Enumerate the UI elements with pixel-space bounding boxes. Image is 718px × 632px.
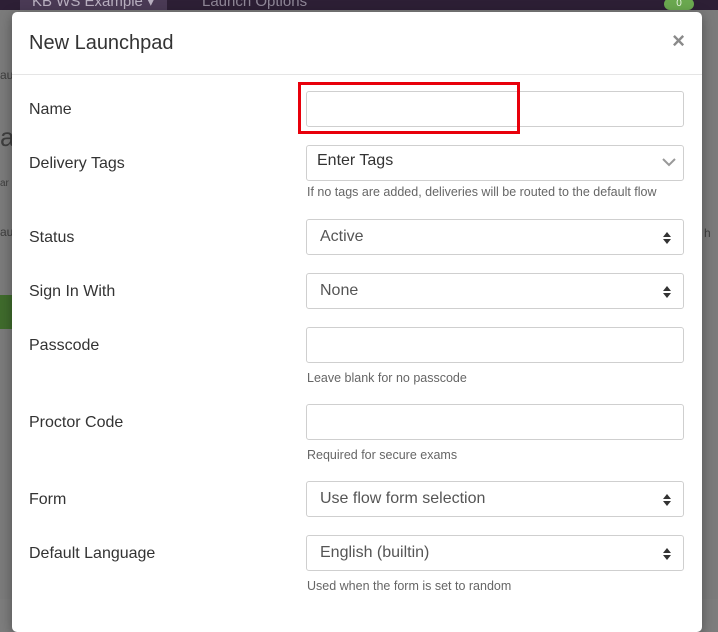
sign-in-with-value: None bbox=[320, 282, 359, 299]
modal-header: New Launchpad × bbox=[12, 12, 702, 75]
highlight-annotation bbox=[298, 82, 520, 134]
modal-title: New Launchpad bbox=[29, 32, 174, 54]
status-label: Status bbox=[29, 229, 75, 246]
sign-in-with-select[interactable]: None bbox=[306, 273, 684, 309]
form-label: Form bbox=[29, 491, 67, 508]
sign-in-with-label: Sign In With bbox=[29, 283, 116, 300]
select-arrows-icon bbox=[663, 494, 671, 506]
notification-badge[interactable]: 0 bbox=[664, 0, 694, 10]
default-language-label: Default Language bbox=[29, 545, 156, 562]
proctor-code-input[interactable] bbox=[306, 404, 684, 440]
launch-options-tab[interactable]: Launch Options bbox=[202, 0, 307, 10]
delivery-tags-label: Delivery Tags bbox=[29, 155, 125, 172]
status-value: Active bbox=[320, 228, 364, 245]
bg-add-button bbox=[0, 295, 12, 329]
proctor-code-label: Proctor Code bbox=[29, 414, 124, 431]
passcode-label: Passcode bbox=[29, 337, 100, 354]
default-language-value: English (builtin) bbox=[320, 544, 430, 561]
new-launchpad-modal: New Launchpad × Name Delivery Tags Enter… bbox=[12, 12, 702, 632]
close-icon[interactable]: × bbox=[672, 28, 685, 54]
app-topbar: KB WS Example ▾ Launch Options 0 bbox=[0, 0, 718, 10]
proctor-code-help: Required for secure exams bbox=[307, 448, 458, 462]
delivery-tags-input[interactable]: Enter Tags bbox=[306, 145, 684, 181]
form-select[interactable]: Use flow form selection bbox=[306, 481, 684, 517]
select-arrows-icon bbox=[663, 232, 671, 244]
status-select[interactable]: Active bbox=[306, 219, 684, 255]
form-value: Use flow form selection bbox=[320, 490, 486, 507]
default-language-select[interactable]: English (builtin) bbox=[306, 535, 684, 571]
passcode-help: Leave blank for no passcode bbox=[307, 371, 467, 385]
passcode-input[interactable] bbox=[306, 327, 684, 363]
name-label: Name bbox=[29, 101, 72, 118]
delivery-tags-help: If no tags are added, deliveries will be… bbox=[307, 185, 657, 199]
delivery-tags-placeholder: Enter Tags bbox=[317, 152, 394, 169]
bg-text-fragment: h bbox=[704, 226, 711, 240]
default-language-help: Used when the form is set to random bbox=[307, 579, 512, 593]
bg-text-fragment: ar bbox=[0, 178, 9, 189]
workspace-dropdown[interactable]: KB WS Example ▾ bbox=[20, 0, 167, 10]
select-arrows-icon bbox=[663, 548, 671, 560]
chevron-down-icon[interactable] bbox=[661, 154, 677, 170]
select-arrows-icon bbox=[663, 286, 671, 298]
